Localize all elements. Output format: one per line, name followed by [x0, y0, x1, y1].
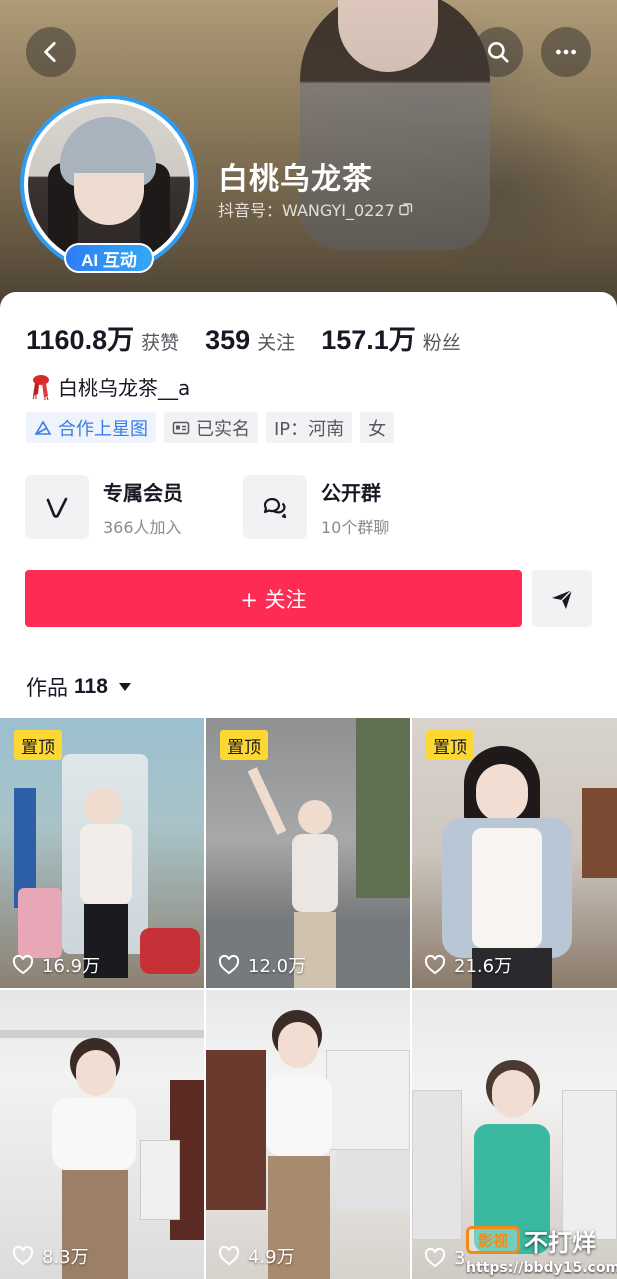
copy-icon[interactable]: [398, 202, 413, 216]
exclusive-membership[interactable]: 专属会员 366人加入: [25, 475, 183, 539]
star-map-icon: [34, 419, 52, 435]
ai-interact-badge[interactable]: AI 互动: [64, 243, 154, 273]
like-count: 21.6万: [424, 952, 512, 978]
v-member-icon: [46, 497, 68, 518]
share-button[interactable]: [532, 570, 592, 627]
like-count-text: 8.3万: [42, 1247, 89, 1268]
group-title: 公开群: [321, 480, 381, 505]
douyin-id[interactable]: 抖音号：WANGYI_0227: [218, 197, 413, 221]
like-count-text: 16.9万: [42, 956, 101, 977]
pinned-badge: 置顶: [14, 730, 62, 760]
video-tile[interactable]: 置顶 12.0万: [206, 718, 410, 988]
works-label: 作品: [26, 676, 68, 700]
watermark-badge: 影视: [466, 1226, 520, 1254]
search-icon: [488, 42, 509, 63]
bio: 白桃乌龙茶__a: [30, 372, 190, 401]
heart-icon: [218, 954, 240, 975]
tag-star-map[interactable]: 合作上星图: [26, 412, 156, 443]
like-count-text: 12.0万: [248, 956, 307, 977]
tag-gender-label: 女: [368, 418, 387, 440]
tab-works[interactable]: 作品 118: [26, 672, 132, 702]
caret-down-icon[interactable]: [118, 682, 132, 692]
like-count-text: 4.9万: [248, 1247, 295, 1268]
pinned-badge: 置顶: [426, 730, 474, 760]
group-subtitle: 10个群聊: [321, 517, 390, 537]
like-count: 3: [424, 1247, 465, 1269]
heart-icon: [424, 954, 446, 975]
likes-label: 获赞: [141, 332, 180, 354]
bio-text: 白桃乌龙茶__a: [58, 376, 191, 400]
chat-group-icon: [263, 497, 287, 519]
followers-count[interactable]: 157.1万: [321, 318, 416, 357]
works-count: 118: [74, 675, 108, 698]
pinned-badge: 置顶: [220, 730, 268, 760]
stats-row: 1160.8万 获赞 359 关注 157.1万 粉丝: [26, 318, 487, 357]
following-label[interactable]: 关注: [257, 328, 295, 355]
tag-ip-label: IP：河南: [274, 418, 345, 440]
like-count: 4.9万: [218, 1243, 295, 1269]
tag-gender: 女: [360, 412, 395, 443]
membership-title: 专属会员: [103, 480, 183, 505]
like-count-text: 21.6万: [454, 956, 513, 977]
heart-icon: [12, 1245, 34, 1266]
back-button[interactable]: [26, 27, 76, 77]
tag-row: 合作上星图 已实名 IP：河南 女: [26, 412, 395, 443]
video-tile[interactable]: 4.9万: [206, 990, 410, 1279]
watermark-text: 不打烊: [524, 1228, 596, 1257]
video-tile[interactable]: 置顶 21.6万: [412, 718, 617, 988]
scarf-icon: [32, 374, 49, 400]
chevron-left-icon: [44, 41, 56, 63]
video-tile[interactable]: 8.3万: [0, 990, 204, 1279]
followers-label[interactable]: 粉丝: [423, 328, 461, 355]
like-count: 12.0万: [218, 952, 306, 978]
video-grid: 置顶 16.9万 置顶 12.0万 置顶 21.6万 8.3万 4.9万 3: [0, 718, 617, 1279]
likes-count: 1160.8万: [26, 325, 135, 355]
like-count: 8.3万: [12, 1243, 89, 1269]
profile-nickname: 白桃乌龙茶: [218, 162, 373, 197]
membership-subtitle: 366人加入: [103, 517, 182, 537]
tag-star-map-label: 合作上星图: [58, 418, 148, 440]
like-count-text: 3: [454, 1247, 466, 1269]
watermark-url: https://bbdy15.com: [466, 1259, 617, 1276]
tag-ip: IP：河南: [266, 412, 353, 443]
avatar-photo: [28, 103, 190, 265]
send-icon: [552, 589, 573, 609]
more-dots-icon: [556, 49, 576, 55]
more-button[interactable]: [541, 27, 591, 77]
public-group[interactable]: 公开群 10个群聊: [243, 475, 389, 539]
follow-button[interactable]: + 关注: [25, 570, 522, 627]
search-button[interactable]: [473, 27, 523, 77]
video-tile[interactable]: 置顶 16.9万: [0, 718, 204, 988]
like-count: 16.9万: [12, 952, 100, 978]
tag-verified-label: 已实名: [196, 418, 250, 440]
heart-icon: [12, 954, 34, 975]
tag-verified[interactable]: 已实名: [164, 412, 258, 443]
douyin-id-text: 抖音号：WANGYI_0227: [218, 201, 395, 220]
profile-card: 1160.8万 获赞 359 关注 157.1万 粉丝 白桃乌龙茶__a 合作上…: [0, 292, 617, 717]
heart-icon: [218, 1245, 240, 1266]
site-watermark: 影视 不打烊 https://bbdy15.com: [466, 1222, 617, 1276]
heart-icon: [424, 1247, 446, 1268]
id-card-icon: [172, 421, 190, 434]
following-count[interactable]: 359: [205, 325, 250, 356]
